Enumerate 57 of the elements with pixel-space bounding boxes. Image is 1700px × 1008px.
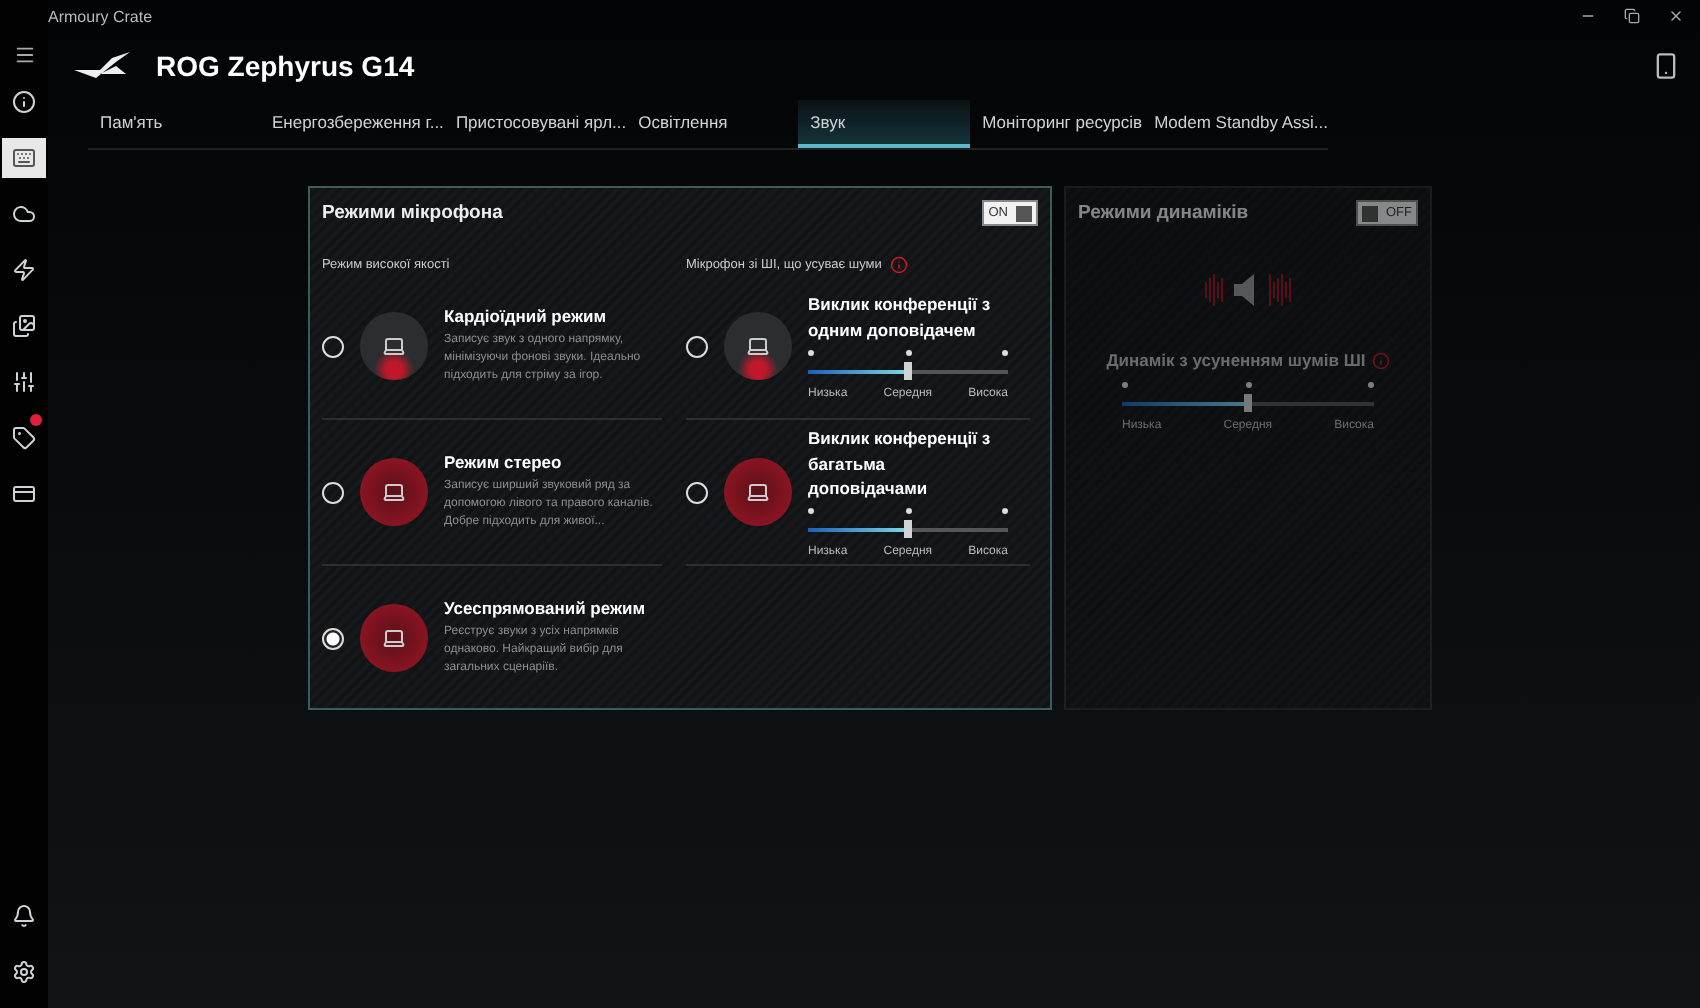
info-icon xyxy=(12,90,36,114)
sliders-icon xyxy=(12,370,36,394)
card-icon xyxy=(12,482,36,506)
step-dot xyxy=(905,349,911,356)
step-dot xyxy=(1368,382,1374,388)
microphone-mode-icon xyxy=(360,458,428,526)
step-dot xyxy=(1002,508,1008,515)
step-dot xyxy=(808,508,814,515)
microphone-mode-icon xyxy=(360,312,428,380)
cloud-icon xyxy=(12,202,36,226)
radio-button[interactable] xyxy=(322,481,344,503)
close-icon[interactable] xyxy=(1668,8,1684,24)
restore-icon[interactable] xyxy=(1624,8,1640,24)
settings-icon[interactable] xyxy=(12,960,36,984)
microphone-mode-icon xyxy=(724,458,792,526)
mode-title: Усеспрямований режим xyxy=(444,598,647,619)
mode-title: Кардіоїдний режим xyxy=(444,306,609,327)
tag-icon xyxy=(12,426,36,450)
bell-icon[interactable] xyxy=(12,904,36,928)
tab[interactable]: Modem Standby Assi... xyxy=(1142,100,1329,148)
panel-title: Режими динаміків xyxy=(1078,202,1249,224)
step-dot xyxy=(905,508,911,515)
slider-thumb[interactable] xyxy=(904,520,912,539)
radio-button[interactable] xyxy=(322,627,344,649)
info-icon[interactable] xyxy=(889,255,908,273)
feature-title: Динамік з усуненням шумів ШІ xyxy=(1106,350,1366,370)
microphone-mode-icon xyxy=(724,312,792,380)
mode-title: Виклик конференції з одним доповідачем xyxy=(808,292,993,344)
phone-icon[interactable] xyxy=(1652,52,1680,80)
tab[interactable]: Освітлення xyxy=(626,100,799,148)
window-title: Armoury Crate xyxy=(48,7,153,25)
radio-button[interactable] xyxy=(322,335,344,357)
step-dot xyxy=(1245,382,1251,388)
speaker-wave-icon xyxy=(1202,270,1294,310)
slider-thumb[interactable] xyxy=(904,361,912,380)
panel-title: Режими мікрофона xyxy=(322,202,503,224)
tab[interactable]: Пристосовувані ярл... xyxy=(443,100,627,148)
step-dot xyxy=(1002,349,1008,356)
images-icon xyxy=(12,314,36,338)
tab[interactable]: Пам'ять xyxy=(88,100,260,148)
step-dot xyxy=(1122,382,1128,388)
sidebar-item[interactable] xyxy=(2,138,46,178)
radio-button[interactable] xyxy=(686,481,708,503)
menu-icon[interactable] xyxy=(13,44,35,66)
tab[interactable]: Енергозбереження г... xyxy=(259,100,444,148)
mode-title: Режим стерео xyxy=(444,452,564,473)
step-dot xyxy=(808,349,814,356)
radio-button[interactable] xyxy=(686,335,708,357)
tab[interactable]: Звук xyxy=(798,100,971,148)
device-name: ROG Zephyrus G14 xyxy=(156,50,415,82)
keyboard-icon xyxy=(12,146,36,170)
tab[interactable]: Моніторинг ресурсів xyxy=(970,100,1143,148)
microphone-mode-icon xyxy=(360,604,428,672)
lightning-icon xyxy=(12,258,36,282)
slider-thumb[interactable] xyxy=(1244,394,1252,412)
mode-title: Виклик конференції з багатьма доповідачами xyxy=(808,425,993,503)
logo-icon xyxy=(72,50,132,82)
